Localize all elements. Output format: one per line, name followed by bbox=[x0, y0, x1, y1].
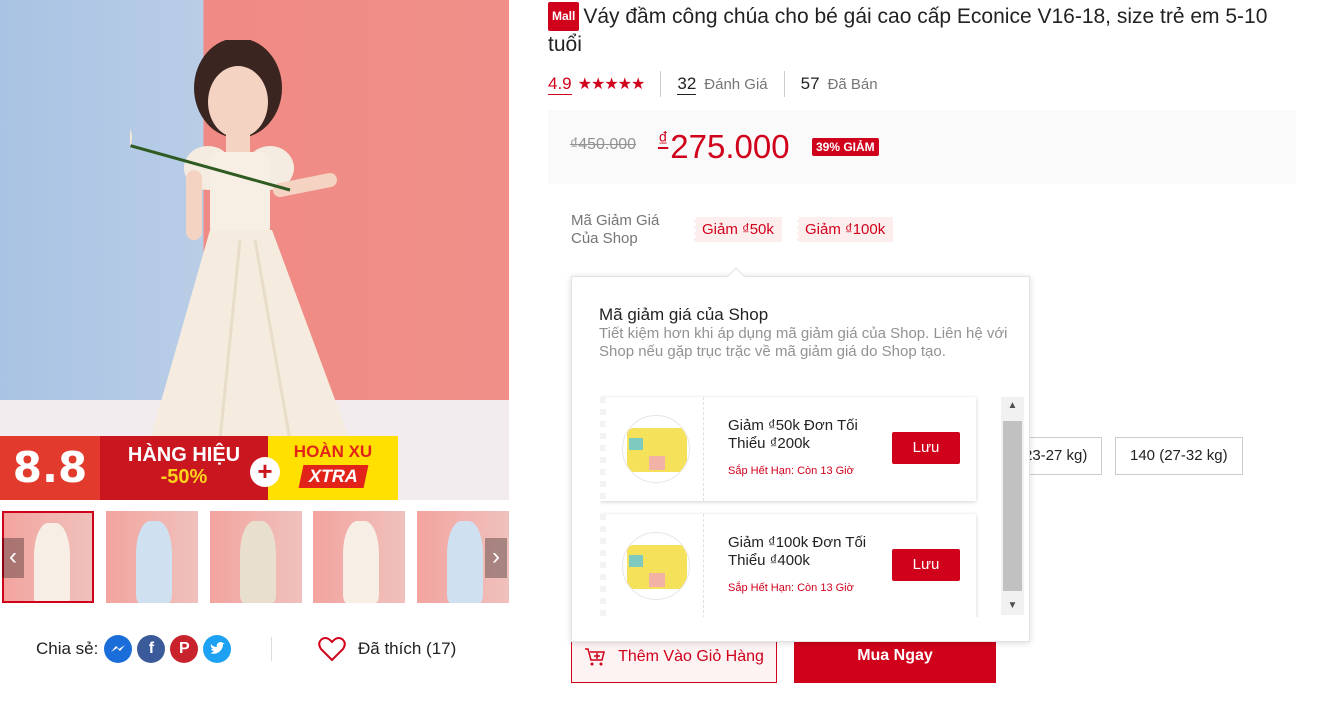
shop-voucher-label: Mã Giảm Giá Của Shop bbox=[571, 212, 660, 247]
banner-hoan-xu: HOÀN XU XTRA bbox=[268, 436, 398, 500]
like-button[interactable]: Đã thích (17) bbox=[318, 634, 456, 664]
popover-description: Tiết kiệm hơn khi áp dụng mã giảm giá củ… bbox=[599, 325, 1008, 360]
messenger-icon[interactable] bbox=[104, 635, 133, 663]
banner-hang-hieu: HÀNG HIỆU -50% bbox=[100, 436, 268, 500]
girl-in-dress-illustration bbox=[130, 40, 350, 455]
currency-symbol: ₫ bbox=[658, 129, 669, 151]
share-label: Chia sẻ: bbox=[36, 639, 99, 658]
banner-xtra-label: XTRA bbox=[298, 465, 368, 488]
thumbnail-dress bbox=[136, 521, 172, 603]
stats-divider bbox=[783, 71, 785, 97]
facebook-icon[interactable]: f bbox=[137, 635, 166, 663]
chip-notch bbox=[796, 217, 799, 242]
voucher-chip-label: Giảm ₫50k bbox=[702, 221, 774, 238]
review-count[interactable]: 32 bbox=[677, 74, 697, 95]
scrollbar-thumb[interactable] bbox=[1003, 421, 1022, 591]
scroll-down-arrow-icon[interactable]: ▼ bbox=[1001, 597, 1024, 615]
original-price: ₫450.000 bbox=[570, 136, 637, 153]
voucher-card: Giảm ₫50k Đơn Tối Thiểu ₫200k Sắp Hết Hạ… bbox=[600, 397, 976, 501]
voucher-card: Giảm ₫100k Đơn Tối Thiểu ₫400k Sắp Hết H… bbox=[600, 514, 976, 617]
sale-price-value: 275.000 bbox=[670, 128, 790, 165]
voucher-logo-area bbox=[606, 397, 704, 501]
voucher-list[interactable]: Giảm ₫50k Đơn Tối Thiểu ₫200k Sắp Hết Hạ… bbox=[600, 395, 1006, 617]
thumbnail-3[interactable] bbox=[210, 511, 302, 603]
main-product-image[interactable] bbox=[0, 0, 509, 500]
mall-badge: Mall bbox=[548, 2, 580, 31]
shop-logo-icon bbox=[622, 532, 690, 600]
shop-logo-shape bbox=[649, 573, 665, 587]
voucher-save-button[interactable]: Lưu bbox=[892, 549, 960, 581]
size-option-140[interactable]: 140 (27-32 kg) bbox=[1115, 437, 1243, 475]
shop-logo-shape bbox=[629, 438, 643, 450]
stats-divider bbox=[660, 71, 662, 97]
sold-count: 57 bbox=[800, 74, 820, 93]
share-divider bbox=[271, 637, 272, 661]
thumbnail-4[interactable] bbox=[313, 511, 405, 603]
liked-count-label: Đã thích (17) bbox=[358, 639, 457, 658]
shop-logo-shape bbox=[629, 555, 643, 567]
discount-badge: 39% GIẢM bbox=[812, 138, 879, 156]
shop-logo-artwork bbox=[627, 545, 687, 589]
scroll-up-arrow-icon[interactable]: ▲ bbox=[1001, 397, 1024, 415]
thumbnail-next-button[interactable]: › bbox=[485, 538, 507, 578]
voucher-title: Giảm ₫100k Đơn Tối Thiểu ₫400k bbox=[728, 534, 867, 569]
product-title-text: Váy đầm công chúa cho bé gái cao cấp Eco… bbox=[548, 5, 1268, 56]
thumbnail-dress bbox=[240, 521, 276, 603]
voucher-chip-100k[interactable]: Giảm ₫100k bbox=[796, 217, 894, 242]
heart-icon bbox=[318, 637, 346, 662]
thumbnail-dress bbox=[34, 523, 70, 601]
thumbnail-strip: ‹ › bbox=[0, 511, 509, 603]
voucher-expiry: Sắp Hết Hạn: Còn 13 Giờ bbox=[728, 465, 854, 477]
voucher-logo-area bbox=[606, 514, 704, 617]
voucher-chip-label: Giảm ₫100k bbox=[805, 221, 886, 238]
voucher-expiry: Sắp Hết Hạn: Còn 13 Giờ bbox=[728, 582, 854, 594]
popover-arrow bbox=[727, 267, 745, 285]
add-to-cart-label: Thêm Vào Giỏ Hàng bbox=[618, 648, 764, 665]
shop-logo-icon bbox=[622, 415, 690, 483]
thumbnail-prev-button[interactable]: ‹ bbox=[2, 538, 24, 578]
shop-logo-shape bbox=[649, 456, 665, 470]
promo-banner: 8.8 HÀNG HIỆU -50% HOÀN XU XTRA + bbox=[0, 436, 509, 500]
shop-logo-artwork bbox=[627, 428, 687, 472]
thumbnail-2[interactable] bbox=[106, 511, 198, 603]
banner-plus-icon: + bbox=[250, 457, 280, 487]
shop-voucher-popover: Mã giảm giá của Shop Tiết kiệm hơn khi á… bbox=[571, 267, 1030, 642]
rating-value[interactable]: 4.9 bbox=[548, 74, 572, 95]
banner-hang-hieu-label: HÀNG HIỆU bbox=[127, 444, 241, 466]
voucher-chip-50k[interactable]: Giảm ₫50k bbox=[693, 217, 782, 242]
banner-hoan-xu-label: HOÀN XU bbox=[293, 442, 373, 461]
sale-price: ₫275.000 bbox=[658, 128, 790, 166]
banner-88-text: 8.8 bbox=[0, 436, 100, 500]
banner-hang-hieu-percent: -50% bbox=[160, 466, 208, 488]
price-box: ₫450.000 ₫275.000 39% GIẢM bbox=[548, 110, 1296, 184]
product-title: Mall Váy đầm công chúa cho bé gái cao cấp… bbox=[548, 2, 1288, 58]
sold-label: Đã Bán bbox=[827, 75, 878, 93]
voucher-save-button[interactable]: Lưu bbox=[892, 432, 960, 464]
popover-title: Mã giảm giá của Shop bbox=[599, 305, 769, 324]
cart-plus-icon bbox=[585, 648, 606, 666]
share-row: Chia sẻ: f P bbox=[36, 634, 236, 664]
product-stats: 4.9 ★★★★★ 32 Đánh Giá 57 Đã Bán bbox=[548, 70, 878, 98]
chip-notch bbox=[693, 217, 696, 242]
twitter-icon[interactable] bbox=[203, 635, 232, 663]
thumbnail-dress bbox=[343, 521, 379, 603]
voucher-list-scrollbar[interactable]: ▲ ▼ bbox=[1001, 397, 1024, 615]
star-rating-icon: ★★★★★ bbox=[577, 76, 646, 93]
review-label: Đánh Giá bbox=[704, 75, 768, 93]
thumbnail-dress bbox=[447, 521, 483, 603]
voucher-title: Giảm ₫50k Đơn Tối Thiểu ₫200k bbox=[728, 417, 858, 452]
pinterest-icon[interactable]: P bbox=[170, 635, 199, 663]
